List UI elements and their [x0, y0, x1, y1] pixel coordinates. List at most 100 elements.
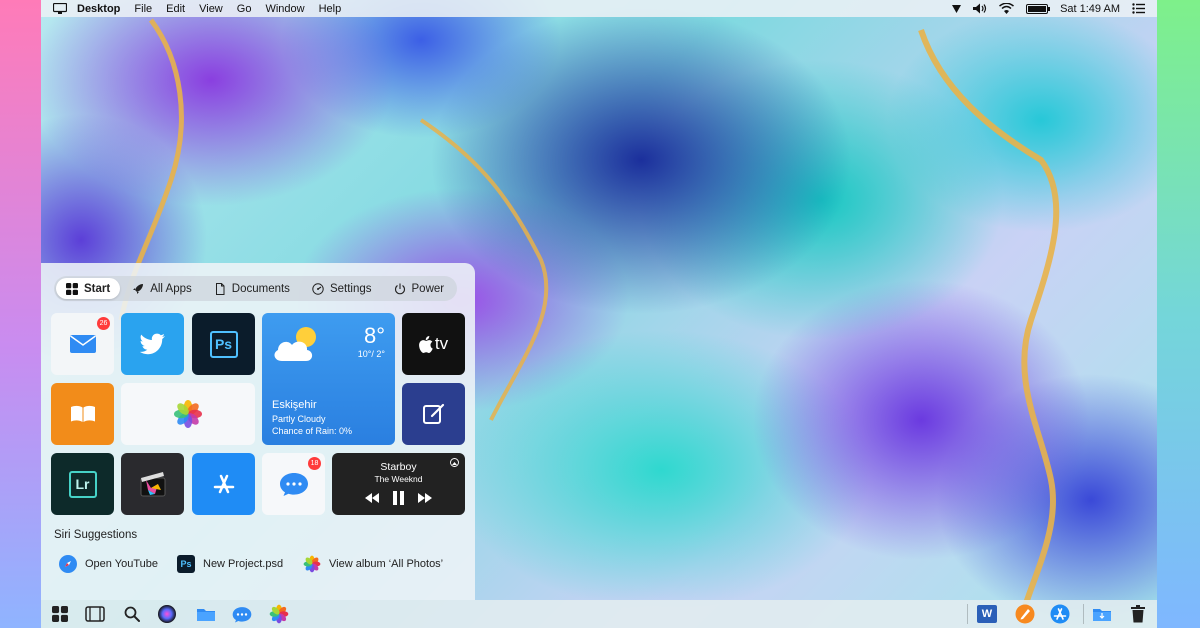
- dock-pages-icon[interactable]: [1015, 604, 1035, 624]
- pause-icon[interactable]: [393, 491, 404, 505]
- menu-view[interactable]: View: [199, 3, 223, 15]
- photoshop-label: Ps: [214, 336, 233, 352]
- weather-range: 10°/ 2°: [357, 349, 385, 359]
- siri-item-new-project[interactable]: Ps New Project.psd: [177, 555, 283, 573]
- apple-tv-label: tv: [434, 334, 449, 353]
- tab-power-label: Power: [411, 282, 445, 295]
- siri-item-label: New Project.psd: [203, 558, 284, 570]
- desktop-monitor-icon[interactable]: [53, 3, 67, 14]
- menu-go[interactable]: Go: [237, 3, 252, 15]
- music-title: Starboy: [380, 461, 417, 473]
- dock-files-folder-icon[interactable]: [196, 604, 216, 624]
- twitter-bird-icon: [139, 333, 165, 355]
- menu-edit[interactable]: Edit: [166, 3, 185, 15]
- tile-final-cut[interactable]: [121, 453, 184, 515]
- dock-task-view-icon[interactable]: [85, 604, 105, 624]
- rocket-icon: [133, 283, 144, 294]
- photoshop-icon: Ps: [209, 330, 238, 358]
- dock-start-grid-icon[interactable]: [50, 604, 70, 624]
- dock-search-icon[interactable]: [122, 604, 142, 624]
- tab-power[interactable]: Power: [384, 278, 455, 299]
- dock-downloads-folder-icon[interactable]: [1092, 604, 1112, 624]
- dock-messages-icon[interactable]: [232, 604, 252, 624]
- tab-documents[interactable]: Documents: [204, 278, 300, 299]
- siri-item-label: View album ‘All Photos’: [329, 558, 444, 570]
- background-strip: [1154, 0, 1200, 628]
- rewind-icon[interactable]: [365, 493, 379, 503]
- fast-forward-icon[interactable]: [418, 493, 432, 503]
- siri-suggestions-title: Siri Suggestions: [54, 529, 138, 541]
- dock-separator: [967, 604, 968, 624]
- lightroom-icon: Lr: [68, 470, 97, 498]
- tab-all-apps[interactable]: All Apps: [122, 278, 202, 299]
- compose-icon: [422, 403, 444, 424]
- menu-help[interactable]: Help: [319, 3, 342, 15]
- safari-icon: [59, 555, 77, 573]
- tile-twitter[interactable]: [121, 313, 184, 375]
- siri-item-view-album[interactable]: View album ‘All Photos’: [303, 555, 443, 573]
- power-icon: [394, 283, 405, 294]
- desktop-screen: Desktop File Edit View Go Window Help Sa…: [41, 0, 1157, 628]
- tile-photoshop[interactable]: Ps: [192, 313, 255, 375]
- menu-bar: Desktop File Edit View Go Window Help Sa…: [41, 0, 1157, 17]
- start-panel: Start All Apps Documents Settings Power …: [41, 263, 475, 600]
- weather-temp: 8°: [363, 323, 385, 348]
- partly-cloudy-icon: [274, 327, 316, 361]
- menu-file[interactable]: File: [134, 3, 152, 15]
- clapperboard-icon: [140, 472, 165, 497]
- menu-window[interactable]: Window: [265, 3, 304, 15]
- music-artist: The Weeknd: [374, 474, 423, 484]
- tile-weather[interactable]: 8° 10°/ 2° Eskişehir Partly Cloudy Chanc…: [262, 313, 395, 445]
- dock-photos-icon[interactable]: [269, 604, 289, 624]
- airplay-icon[interactable]: [450, 458, 459, 467]
- book-icon: [70, 405, 95, 422]
- volume-icon[interactable]: [973, 3, 987, 14]
- mail-icon: [69, 335, 96, 353]
- tile-messages[interactable]: 18: [262, 453, 325, 515]
- photos-icon: [303, 555, 321, 573]
- battery-icon[interactable]: [1026, 3, 1051, 14]
- start-tabbar: Start All Apps Documents Settings Power: [54, 276, 457, 301]
- weather-rain: Chance of Rain: 0%: [272, 426, 353, 436]
- dock-separator: [1083, 604, 1084, 624]
- word-label: W: [981, 608, 993, 620]
- weather-condition: Partly Cloudy: [272, 414, 326, 424]
- wifi-icon[interactable]: [999, 3, 1015, 14]
- tab-start-label: Start: [84, 282, 111, 295]
- tile-mail[interactable]: 26: [51, 313, 114, 375]
- lightroom-label: Lr: [75, 476, 90, 492]
- tile-music-player[interactable]: Starboy The Weeknd: [332, 453, 465, 515]
- messages-badge: 18: [308, 457, 321, 470]
- tile-books[interactable]: [51, 383, 114, 445]
- tile-notes[interactable]: [402, 383, 465, 445]
- apple-logo-icon: [418, 335, 433, 353]
- photoshop-icon: Ps: [177, 555, 195, 573]
- dock: W: [41, 600, 1157, 628]
- dock-app-store-icon[interactable]: [1050, 604, 1070, 624]
- document-icon: [215, 282, 225, 295]
- dock-trash-icon[interactable]: [1128, 604, 1148, 624]
- list-menu-icon[interactable]: [1132, 3, 1145, 14]
- mail-badge: 26: [97, 317, 110, 330]
- gauge-icon: [312, 282, 324, 295]
- tab-all-apps-label: All Apps: [150, 282, 192, 295]
- tab-documents-label: Documents: [231, 282, 290, 295]
- tile-app-store[interactable]: [192, 453, 255, 515]
- siri-item-open-youtube[interactable]: Open YouTube: [59, 555, 158, 573]
- siri-item-label: Open YouTube: [85, 558, 158, 570]
- tile-lightroom[interactable]: Lr: [51, 453, 114, 515]
- grid-icon: [66, 282, 78, 295]
- menu-app-name[interactable]: Desktop: [77, 3, 120, 15]
- tab-settings[interactable]: Settings: [302, 278, 382, 299]
- word-icon: W: [977, 605, 997, 623]
- app-store-icon: [213, 474, 234, 494]
- airplay-triangle-icon[interactable]: [952, 4, 962, 13]
- dock-siri-icon[interactable]: [157, 604, 177, 624]
- menu-clock[interactable]: Sat 1:49 AM: [1060, 3, 1120, 15]
- tile-photos[interactable]: [121, 383, 255, 445]
- weather-city: Eskişehir: [272, 399, 317, 411]
- dock-word-icon[interactable]: W: [977, 604, 997, 624]
- photos-flower-icon: [174, 400, 202, 428]
- tab-start[interactable]: Start: [56, 278, 121, 299]
- tile-apple-tv[interactable]: tv: [402, 313, 465, 375]
